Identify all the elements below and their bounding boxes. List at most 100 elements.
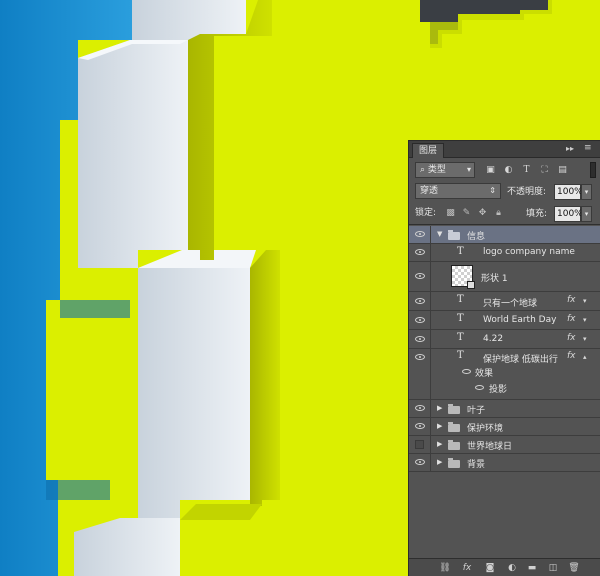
blend-mode-value: 穿透 xyxy=(420,186,439,196)
add-style-icon[interactable]: fx xyxy=(461,562,473,574)
effects-eye-icon[interactable] xyxy=(462,369,471,374)
fx-icon[interactable]: fx xyxy=(567,351,576,361)
expand-triangle-icon[interactable]: ▼ xyxy=(437,230,442,238)
image-filter-icon[interactable]: ▣ xyxy=(485,165,496,175)
visibility-eye-icon[interactable] xyxy=(409,454,431,471)
filter-kind-select[interactable]: ⌕ 类型 ▾ xyxy=(415,162,475,178)
visibility-eye-icon[interactable] xyxy=(409,349,431,399)
expand-triangle-icon[interactable]: ▶ xyxy=(437,458,442,466)
updown-arrow-icon: ⇕ xyxy=(489,186,496,195)
panel-menu-icon[interactable]: ≡ xyxy=(584,143,592,153)
type-filter-icon[interactable]: T xyxy=(521,165,532,175)
text-layer-icon: T xyxy=(457,332,464,343)
layer-text-with-effects[interactable]: T 保护地球 低碳出行 fx ▴ 效果 投影 xyxy=(409,349,600,400)
smart-object-filter-icon[interactable]: ▤ xyxy=(557,165,568,175)
visibility-eye-icon[interactable] xyxy=(409,292,431,310)
filter-row: ⌕ 类型 ▾ ▣ ◐ T ⛶ ▤ xyxy=(409,159,600,181)
new-group-icon[interactable]: ▬ xyxy=(526,562,538,574)
layer-shape[interactable]: 形状 1 xyxy=(409,262,600,292)
layer-text[interactable]: T 4.22 fx ▾ xyxy=(409,330,600,349)
panel-tab-bar: 图层 ▸▸ ≡ xyxy=(409,141,600,158)
expand-triangle-icon[interactable]: ▶ xyxy=(437,422,442,430)
effect-drop-shadow-label: 投影 xyxy=(489,385,508,395)
visibility-eye-icon[interactable] xyxy=(409,418,431,435)
fx-expand-icon[interactable]: ▾ xyxy=(583,316,587,324)
search-icon: ⌕ xyxy=(420,165,426,175)
filter-toggle[interactable] xyxy=(590,162,596,178)
visibility-eye-icon[interactable] xyxy=(409,244,431,261)
layer-name: 信息 xyxy=(467,232,486,242)
fx-expand-icon[interactable]: ▴ xyxy=(583,353,587,361)
text-layer-icon: T xyxy=(457,246,464,257)
layers-bottom-toolbar: ⛓ fx ◙ ◐ ▬ ◫ 🗑︎ xyxy=(409,558,600,576)
lock-paint-icon[interactable]: ✎ xyxy=(461,208,472,219)
shape-filter-icon[interactable]: ⛶ xyxy=(539,165,550,175)
lock-transparent-icon[interactable]: ▩ xyxy=(445,208,456,219)
fx-icon[interactable]: fx xyxy=(567,295,576,305)
collapse-panel-icon[interactable]: ▸▸ xyxy=(566,144,574,153)
lock-all-icon[interactable]: 🔒︎ xyxy=(493,208,504,219)
layers-panel: 图层 ▸▸ ≡ ⌕ 类型 ▾ ▣ ◐ T ⛶ ▤ 穿透 ⇕ 不透明度: 100%… xyxy=(408,140,600,576)
fx-expand-icon[interactable]: ▾ xyxy=(583,335,587,343)
fill-label: 填充: xyxy=(526,209,548,219)
visibility-eye-icon[interactable] xyxy=(409,311,431,329)
new-layer-icon[interactable]: ◫ xyxy=(547,562,559,574)
layer-name: 4.22 xyxy=(483,334,504,344)
tab-layers[interactable]: 图层 xyxy=(412,143,445,158)
chevron-down-icon: ▾ xyxy=(466,165,471,174)
fill-input[interactable]: 100% xyxy=(554,206,583,222)
fill-dropdown-icon[interactable]: ▾ xyxy=(581,206,592,222)
folder-icon xyxy=(448,440,460,450)
fx-icon[interactable]: fx xyxy=(567,333,576,343)
layer-group-protect-env[interactable]: ▶ 保护环境 xyxy=(409,418,600,436)
layer-name: 世界地球日 xyxy=(467,442,513,452)
folder-icon xyxy=(448,230,460,240)
layer-text[interactable]: T World Earth Day fx ▾ xyxy=(409,311,600,330)
layer-name: World Earth Day xyxy=(483,315,557,325)
blend-row: 穿透 ⇕ 不透明度: 100% ▾ xyxy=(409,181,600,203)
opacity-input[interactable]: 100% xyxy=(554,184,583,200)
expand-triangle-icon[interactable]: ▶ xyxy=(437,440,442,448)
text-layer-icon: T xyxy=(457,294,464,305)
white-block-middle xyxy=(138,268,250,520)
layer-name: logo company name xyxy=(483,247,575,257)
text-layer-icon: T xyxy=(457,313,464,324)
effect-eye-icon[interactable] xyxy=(475,385,484,390)
layer-group-leaves[interactable]: ▶ 叶子 xyxy=(409,400,600,418)
layer-name: 只有一个地球 xyxy=(483,299,538,309)
layer-text[interactable]: T 只有一个地球 fx ▾ xyxy=(409,292,600,311)
delete-layer-icon[interactable]: 🗑︎ xyxy=(568,562,580,574)
visibility-toggle-empty[interactable] xyxy=(409,436,431,453)
layer-group-info[interactable]: ▼ 信息 xyxy=(409,226,600,244)
add-mask-icon[interactable]: ◙ xyxy=(484,562,496,574)
fx-icon[interactable]: fx xyxy=(567,314,576,324)
blend-mode-select[interactable]: 穿透 ⇕ xyxy=(415,183,501,199)
layer-text[interactable]: T logo company name xyxy=(409,244,600,262)
new-adjustment-icon[interactable]: ◐ xyxy=(506,562,518,574)
layer-name: 保护环境 xyxy=(467,424,504,434)
visibility-eye-icon[interactable] xyxy=(409,226,431,243)
visibility-eye-icon[interactable] xyxy=(409,400,431,417)
lock-position-icon[interactable]: ✥ xyxy=(477,208,488,219)
folder-icon xyxy=(448,458,460,468)
folder-icon xyxy=(448,404,460,414)
layer-name: 叶子 xyxy=(467,406,486,416)
text-layer-icon: T xyxy=(457,350,464,361)
visibility-eye-icon[interactable] xyxy=(409,262,431,291)
visibility-eye-icon[interactable] xyxy=(409,330,431,348)
adjustment-filter-icon[interactable]: ◐ xyxy=(503,165,514,175)
opacity-dropdown-icon[interactable]: ▾ xyxy=(581,184,592,200)
opacity-label: 不透明度: xyxy=(507,187,547,197)
layer-name: 形状 1 xyxy=(481,274,508,284)
lock-label: 锁定: xyxy=(415,208,437,218)
white-block-upper xyxy=(78,40,188,268)
layer-group-background[interactable]: ▶ 背景 xyxy=(409,454,600,472)
lock-row: 锁定: ▩ ✎ ✥ 🔒︎ 填充: 100% ▾ xyxy=(409,203,600,225)
layer-name: 背景 xyxy=(467,460,486,470)
yellow-edge-2 xyxy=(250,250,280,506)
expand-triangle-icon[interactable]: ▶ xyxy=(437,404,442,412)
fx-expand-icon[interactable]: ▾ xyxy=(583,297,587,305)
filter-kind-label: 类型 xyxy=(427,165,446,175)
layer-group-earth-day[interactable]: ▶ 世界地球日 xyxy=(409,436,600,454)
link-layers-icon[interactable]: ⛓ xyxy=(439,562,451,574)
